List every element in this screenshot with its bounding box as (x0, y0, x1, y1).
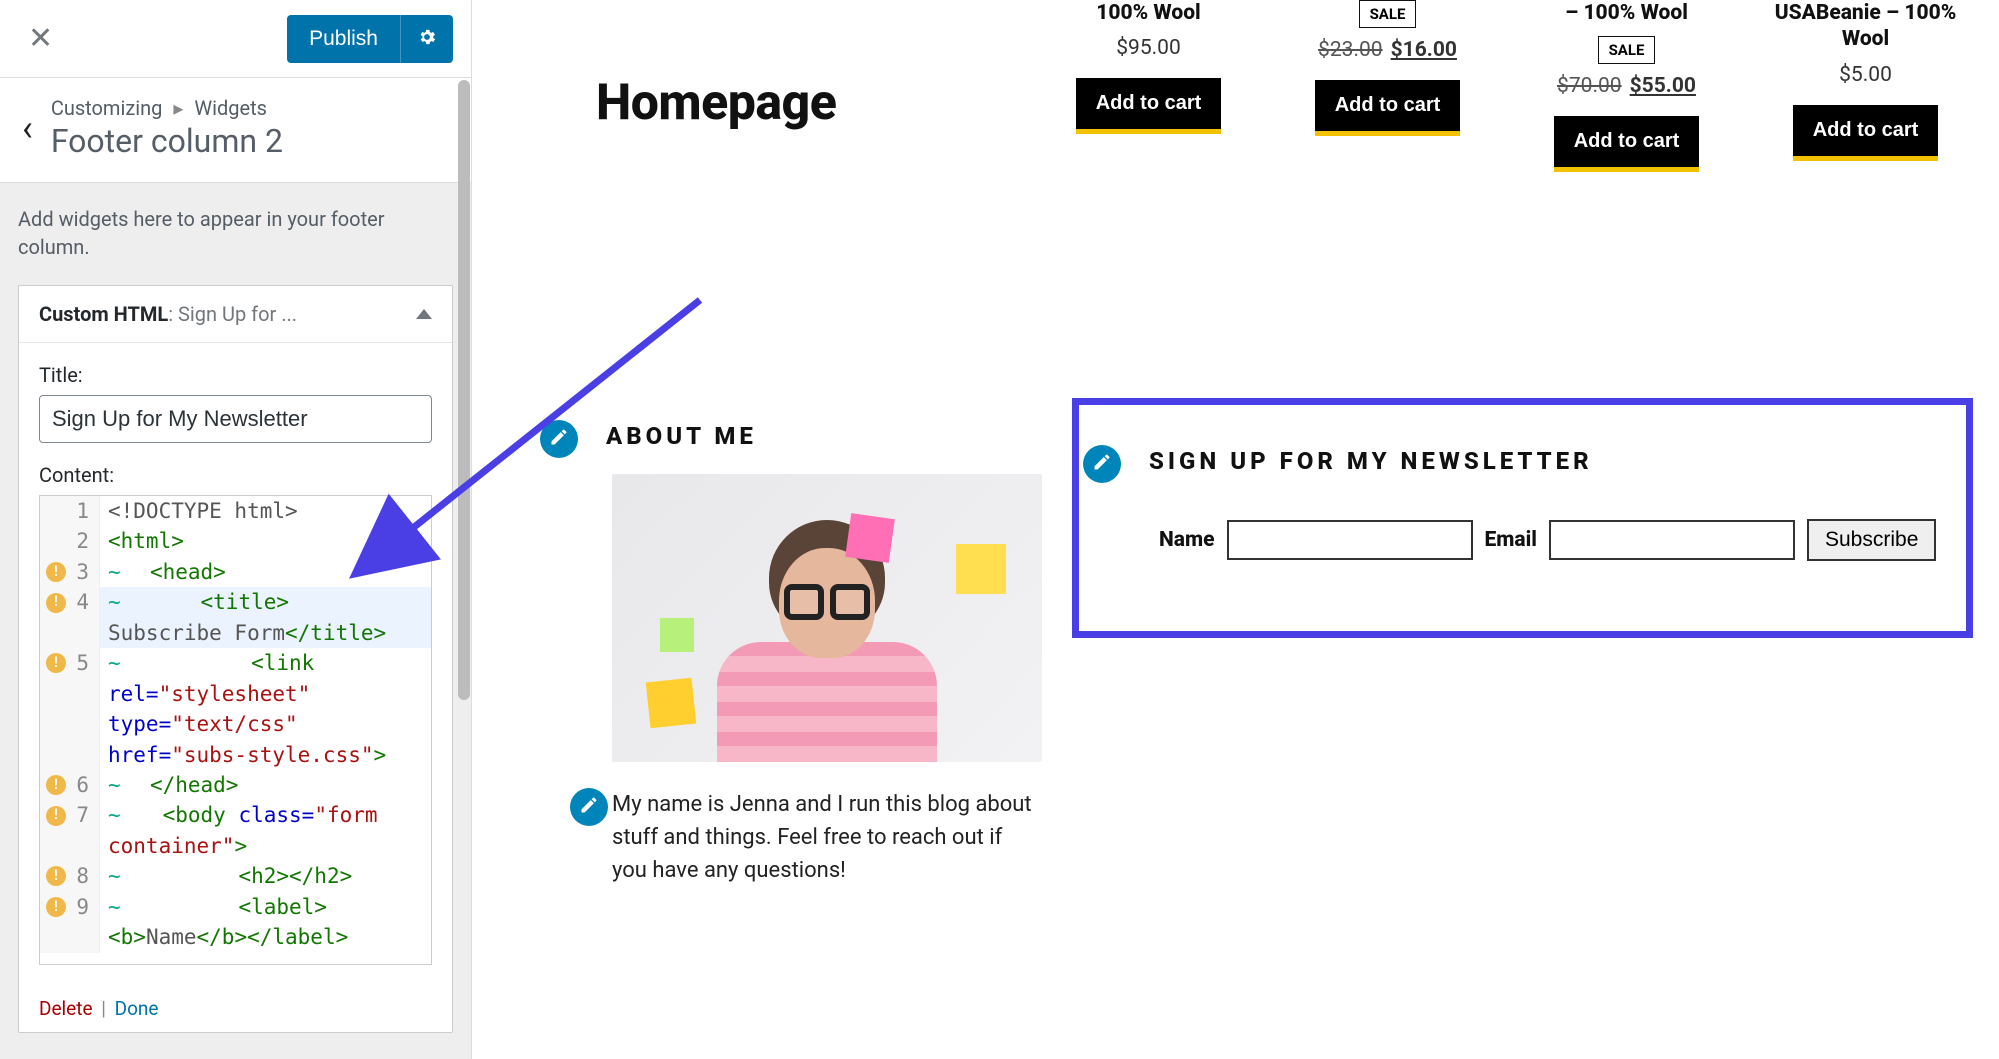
code-line[interactable]: type="text/css" (40, 709, 431, 739)
breadcrumb-leaf: Widgets (194, 96, 267, 120)
sidebar-scrollbar-thumb[interactable] (458, 80, 470, 700)
publish-button[interactable]: Publish (287, 15, 400, 63)
newsletter-form: Name Email Subscribe (1159, 519, 1936, 561)
warning-icon: ! (46, 866, 66, 886)
code-line[interactable]: 4!~ <title> (40, 587, 431, 617)
product-card: SALE $23.00$16.00 Add to cart (1290, 0, 1485, 136)
title-field-label: Title: (39, 363, 432, 387)
publish-group: Publish (287, 15, 453, 63)
chevron-right-icon: ▸ (173, 96, 183, 120)
customizer-sidebar: ✕ Publish ‹ Customizing ▸ Widgets Footer… (0, 0, 472, 1059)
product-card: – 100% Wool SALE $70.00$55.00 Add to cart (1529, 0, 1724, 172)
warning-icon: ! (46, 562, 66, 582)
email-input[interactable] (1549, 520, 1795, 560)
product-price: $70.00$55.00 (1529, 74, 1724, 98)
warning-icon: ! (46, 775, 66, 795)
about-text: My name is Jenna and I run this blog abo… (612, 788, 1042, 887)
footer-widgets: ABOUT ME My name is Jenna and I run this… (546, 398, 1949, 911)
preview-pane: Homepage 100% Wool $95.00 Add to cart SALE $… (472, 0, 1999, 1059)
sale-badge: SALE (1598, 36, 1656, 64)
footer-col-about: ABOUT ME My name is Jenna and I run this… (546, 398, 1072, 911)
product-title: 100% Wool (1051, 0, 1246, 26)
page-title: Homepage (596, 74, 836, 132)
code-line[interactable]: 3!~ <head> (40, 557, 431, 587)
code-line[interactable]: Subscribe Form</title> (40, 618, 431, 648)
sidebar-body: Add widgets here to appear in your foote… (0, 183, 471, 1052)
customizer-topbar: ✕ Publish (0, 0, 471, 78)
product-title: USABeanie – 100% Wool (1768, 0, 1963, 53)
newsletter-highlight-box: SIGN UP FOR MY NEWSLETTER Name Email Sub… (1072, 398, 1973, 638)
product-price: $95.00 (1051, 36, 1246, 60)
breadcrumb-root: Customizing (51, 96, 163, 120)
widget-type: Custom HTML (39, 302, 168, 326)
done-link[interactable]: Done (115, 997, 159, 1020)
code-line[interactable]: <b>Name</b></label> (40, 922, 431, 952)
product-price: $5.00 (1768, 63, 1963, 87)
add-to-cart-button[interactable]: Add to cart (1315, 80, 1461, 136)
footer-col-newsletter: SIGN UP FOR MY NEWSLETTER Name Email Sub… (1072, 398, 1973, 911)
warning-icon: ! (46, 897, 66, 917)
widget-name: Sign Up for ... (178, 302, 297, 326)
code-editor[interactable]: 1<!DOCTYPE html>2<html>3!~ <head>4!~ <ti… (39, 495, 432, 965)
product-card: 100% Wool $95.00 Add to cart (1051, 0, 1246, 134)
product-price: $23.00$16.00 (1290, 38, 1485, 62)
breadcrumb: Customizing ▸ Widgets Footer column 2 (51, 96, 283, 160)
subscribe-button[interactable]: Subscribe (1807, 519, 1936, 561)
name-label: Name (1159, 528, 1215, 552)
gear-icon (417, 27, 437, 51)
code-line[interactable]: rel="stylesheet" (40, 679, 431, 709)
code-line[interactable]: 7!~ <body class="form (40, 800, 431, 830)
back-arrow-icon[interactable]: ‹ (22, 110, 33, 146)
sale-badge: SALE (1359, 0, 1417, 28)
publish-settings-button[interactable] (400, 15, 453, 63)
code-line[interactable]: 5!~ <link (40, 648, 431, 678)
warning-icon: ! (46, 593, 66, 613)
widget-box: Custom HTML: Sign Up for ... Title: Cont… (18, 285, 453, 1033)
add-to-cart-button[interactable]: Add to cart (1793, 105, 1939, 161)
code-line[interactable]: container"> (40, 831, 431, 861)
breadcrumb-row: ‹ Customizing ▸ Widgets Footer column 2 (0, 78, 471, 183)
code-line[interactable]: 9!~ <label> (40, 892, 431, 922)
pencil-icon (579, 795, 599, 819)
product-row: 100% Wool $95.00 Add to cart SALE $23.00$16.… (1051, 0, 1963, 172)
close-icon[interactable]: ✕ (18, 15, 63, 62)
product-title: – 100% Wool (1529, 0, 1724, 26)
code-line[interactable]: href="subs-style.css"> (40, 740, 431, 770)
delete-link[interactable]: Delete (39, 997, 93, 1020)
code-line[interactable]: 1<!DOCTYPE html> (40, 496, 431, 526)
add-to-cart-button[interactable]: Add to cart (1076, 78, 1222, 134)
about-heading: ABOUT ME (606, 422, 1042, 450)
code-line[interactable]: 6!~ </head> (40, 770, 431, 800)
widget-actions: Delete | Done (19, 985, 452, 1032)
email-label: Email (1485, 528, 1537, 552)
edit-widget-button[interactable] (540, 420, 578, 458)
pencil-icon (549, 427, 569, 451)
edit-widget-button[interactable] (1083, 445, 1121, 483)
newsletter-heading: SIGN UP FOR MY NEWSLETTER (1149, 447, 1936, 475)
product-card: USABeanie – 100% Wool $5.00 Add to cart (1768, 0, 1963, 161)
warning-icon: ! (46, 653, 66, 673)
code-line[interactable]: 2<html> (40, 526, 431, 556)
section-title: Footer column 2 (51, 122, 283, 160)
edit-widget-button[interactable] (570, 788, 608, 826)
name-input[interactable] (1227, 520, 1473, 560)
code-line[interactable]: 8!~ <h2></h2> (40, 861, 431, 891)
about-image (612, 474, 1042, 762)
add-to-cart-button[interactable]: Add to cart (1554, 116, 1700, 172)
widget-title-input[interactable] (39, 395, 432, 443)
content-field-label: Content: (39, 463, 432, 487)
widget-header[interactable]: Custom HTML: Sign Up for ... (19, 286, 452, 343)
collapse-up-icon (416, 309, 432, 319)
help-text: Add widgets here to appear in your foote… (18, 205, 453, 261)
action-separator: | (101, 997, 106, 1020)
warning-icon: ! (46, 806, 66, 826)
pencil-icon (1092, 452, 1112, 476)
